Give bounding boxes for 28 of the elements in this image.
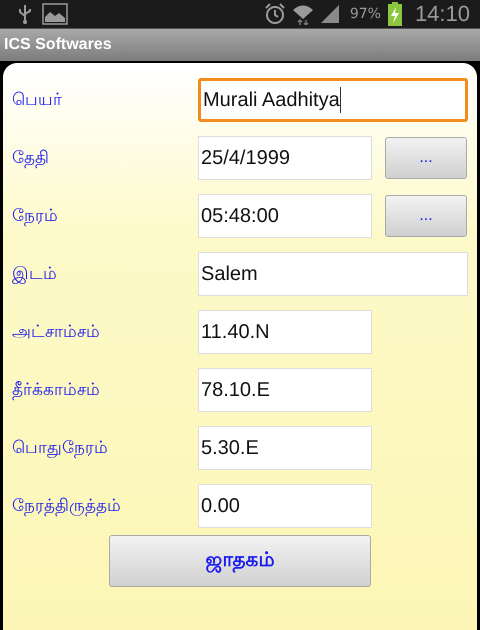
input-field[interactable]: Salem xyxy=(198,252,468,296)
field-label: தேதி xyxy=(12,148,50,168)
usb-icon xyxy=(18,4,32,24)
field-label: அட்சாம்சம் xyxy=(12,322,101,342)
input-field[interactable]: 25/4/1999 xyxy=(198,136,372,180)
input-field[interactable]: 05:48:00 xyxy=(198,194,372,238)
field-label: இடம் xyxy=(12,264,58,284)
field-label: நேரம் xyxy=(12,206,59,226)
input-field[interactable]: 78.10.E xyxy=(198,368,372,412)
picker-button[interactable]: ... xyxy=(385,195,467,237)
field-label: தீர்க்காம்சம் xyxy=(12,380,101,400)
signal-icon xyxy=(320,4,340,24)
horoscope-button[interactable]: ஜாதகம் xyxy=(109,535,371,587)
field-label: நேரத்திருத்தம் xyxy=(12,496,122,516)
wifi-icon xyxy=(292,3,314,25)
picture-icon xyxy=(42,3,68,25)
clock-time: 14:10 xyxy=(414,1,470,27)
input-field[interactable]: 11.40.N xyxy=(198,310,372,354)
input-field[interactable]: 0.00 xyxy=(198,484,372,528)
field-label: பெயர் xyxy=(12,90,63,110)
battery-icon xyxy=(386,2,403,26)
battery-percentage: 97% xyxy=(350,6,381,22)
field-label: பொதுநேரம் xyxy=(12,438,109,458)
input-field[interactable]: Murali Aadhitya xyxy=(198,78,468,122)
input-field[interactable]: 5.30.E xyxy=(198,426,372,470)
alarm-icon xyxy=(264,3,286,25)
picker-button[interactable]: ... xyxy=(385,137,467,179)
app-title: ICS Softwares xyxy=(4,36,112,54)
